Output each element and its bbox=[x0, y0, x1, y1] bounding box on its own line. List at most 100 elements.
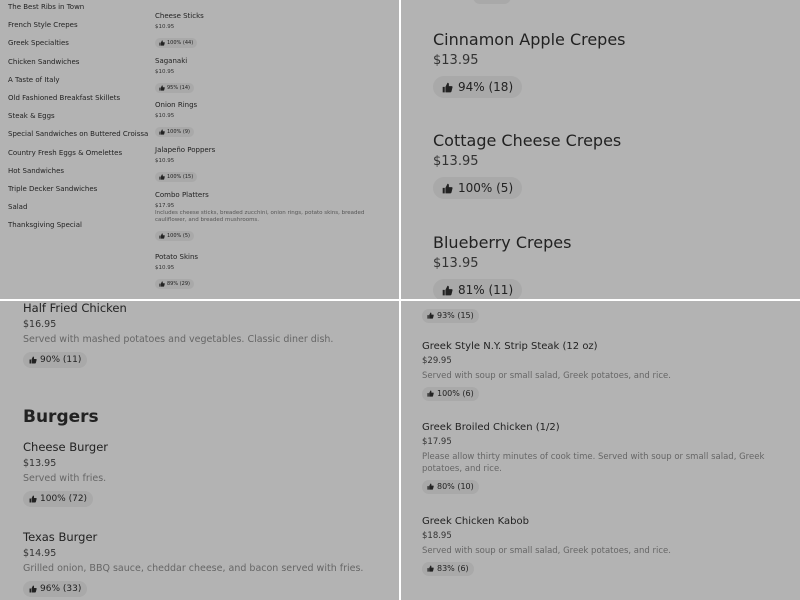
rating-text: 94% (18) bbox=[458, 80, 514, 94]
rating-badge-cutoff bbox=[473, 0, 511, 4]
item-name: Greek Chicken Kabob bbox=[422, 516, 529, 527]
item-price: $10.95 bbox=[155, 69, 175, 75]
item-price: $10.95 bbox=[155, 158, 175, 164]
thumbs-up-icon bbox=[442, 82, 458, 93]
item-description: Please allow thirty minutes of cook time… bbox=[422, 452, 765, 474]
menu-item[interactable]: Half Fried Chicken $16.95 Served with ma… bbox=[23, 301, 383, 368]
menu-item[interactable]: Potato Skins $10.95 89% (29) bbox=[155, 253, 395, 291]
item-name: Cinnamon Apple Crepes bbox=[433, 30, 626, 49]
menu-item[interactable]: Saganaki $10.95 95% (14) bbox=[155, 57, 395, 95]
rating-text: 89% (29) bbox=[167, 281, 190, 287]
thumbs-up-icon bbox=[29, 495, 40, 503]
thumbs-up-icon bbox=[159, 233, 167, 239]
category-link[interactable]: Old Fashioned Breakfast Skillets bbox=[8, 94, 148, 112]
item-price: $18.95 bbox=[422, 531, 452, 541]
rating-text: 100% (15) bbox=[167, 174, 194, 180]
thumbs-up-icon bbox=[427, 483, 437, 490]
menu-panel-bottom-right: 93% (15) Greek Style N.Y. Strip Steak (1… bbox=[401, 301, 800, 600]
rating-badge: 83% (6) bbox=[422, 561, 474, 576]
thumbs-up-icon bbox=[159, 281, 167, 287]
thumbs-up-icon bbox=[442, 183, 458, 194]
item-description: Includes cheese sticks, breaded zucchini… bbox=[155, 210, 365, 223]
category-link[interactable]: Thanksgiving Special bbox=[8, 221, 148, 239]
item-price: $10.95 bbox=[155, 24, 175, 30]
menu-panel-top-right: Cinnamon Apple Crepes $13.95 94% (18) Co… bbox=[401, 0, 800, 299]
category-link[interactable]: Chicken Sandwiches bbox=[8, 58, 148, 76]
item-price: $10.95 bbox=[155, 265, 175, 271]
thumbs-up-icon bbox=[159, 40, 167, 46]
rating-text: 100% (44) bbox=[167, 40, 194, 46]
menu-item[interactable]: Onion Rings $10.95 100% (9) bbox=[155, 101, 395, 139]
rating-badge: 90% (11) bbox=[23, 352, 88, 368]
menu-item[interactable]: Combo Platters $17.95 Includes cheese st… bbox=[155, 191, 395, 243]
rating-badge-row: 93% (15) bbox=[422, 304, 792, 323]
item-name: Blueberry Crepes bbox=[433, 233, 572, 252]
category-link[interactable]: French Style Crepes bbox=[8, 21, 148, 39]
item-name: Potato Skins bbox=[155, 253, 199, 261]
category-link[interactable]: Special Sandwiches on Buttered Croissa bbox=[8, 130, 148, 148]
rating-text: 100% (9) bbox=[167, 129, 190, 135]
menu-item[interactable]: Greek Chicken Kabob $18.95 Served with s… bbox=[422, 515, 792, 576]
item-price: $13.95 bbox=[433, 256, 479, 271]
rating-badge: 100% (9) bbox=[155, 127, 194, 137]
menu-item[interactable]: Blueberry Crepes $13.95 81% (11) bbox=[433, 233, 571, 299]
item-name: Cottage Cheese Crepes bbox=[433, 131, 622, 150]
category-link[interactable]: A Taste of Italy bbox=[8, 76, 148, 94]
item-price: $16.95 bbox=[23, 319, 57, 330]
item-price: $10.95 bbox=[155, 113, 175, 119]
item-price: $13.95 bbox=[433, 154, 479, 169]
item-description: Served with fries. bbox=[23, 473, 107, 484]
category-link[interactable]: Salad bbox=[8, 203, 148, 221]
rating-text: 83% (6) bbox=[437, 564, 469, 573]
thumbs-up-icon bbox=[159, 129, 167, 135]
menu-item[interactable]: Cheese Burger $13.95 Served with fries. … bbox=[23, 440, 383, 507]
item-name: Greek Broiled Chicken (1/2) bbox=[422, 422, 560, 433]
item-name: Combo Platters bbox=[155, 191, 209, 199]
rating-text: 93% (15) bbox=[437, 311, 474, 320]
item-price: $17.95 bbox=[422, 437, 452, 447]
category-link[interactable]: Triple Decker Sandwiches bbox=[8, 185, 148, 203]
menu-item[interactable]: Cinnamon Apple Crepes $13.95 94% (18) bbox=[433, 30, 626, 98]
item-name: Onion Rings bbox=[155, 101, 198, 109]
category-link[interactable]: Steak & Eggs bbox=[8, 112, 148, 130]
item-price: $13.95 bbox=[433, 53, 479, 68]
category-link[interactable]: Country Fresh Eggs & Omelettes bbox=[8, 149, 148, 167]
thumbs-up-icon bbox=[427, 565, 437, 572]
category-nav: The Best Ribs in Town French Style Crepe… bbox=[8, 3, 148, 239]
rating-badge: 80% (10) bbox=[422, 479, 479, 494]
menu-item[interactable]: Greek Broiled Chicken (1/2) $17.95 Pleas… bbox=[422, 421, 792, 494]
item-name: Saganaki bbox=[155, 57, 188, 65]
rating-text: 100% (6) bbox=[437, 389, 474, 398]
rating-badge: 100% (15) bbox=[155, 172, 198, 182]
rating-badge: 100% (72) bbox=[23, 491, 94, 507]
category-link[interactable]: The Best Ribs in Town bbox=[8, 3, 148, 21]
rating-text: 80% (10) bbox=[437, 482, 474, 491]
rating-badge: 81% (11) bbox=[433, 279, 523, 299]
rating-badge: 100% (5) bbox=[433, 177, 523, 199]
category-link[interactable]: Hot Sandwiches bbox=[8, 167, 148, 185]
thumbs-up-icon bbox=[427, 312, 437, 319]
thumbs-up-icon bbox=[159, 174, 167, 180]
menu-item[interactable]: Cheese Sticks $10.95 100% (44) bbox=[155, 12, 395, 50]
thumbs-up-icon bbox=[427, 390, 437, 397]
item-name: Cheese Sticks bbox=[155, 12, 204, 20]
rating-text: 100% (5) bbox=[458, 181, 514, 195]
menu-item[interactable]: Cottage Cheese Crepes $13.95 100% (5) bbox=[433, 131, 621, 199]
menu-item[interactable]: Greek Style N.Y. Strip Steak (12 oz) $29… bbox=[422, 340, 792, 401]
rating-badge: 100% (44) bbox=[155, 38, 198, 48]
category-link[interactable]: Greek Specialties bbox=[8, 39, 148, 57]
menu-item[interactable]: Jalapeño Poppers $10.95 100% (15) bbox=[155, 146, 395, 184]
item-name: Texas Burger bbox=[23, 530, 98, 544]
item-name: Cheese Burger bbox=[23, 440, 108, 454]
item-description: Served with mashed potatoes and vegetabl… bbox=[23, 334, 334, 345]
thumbs-up-icon bbox=[442, 285, 458, 296]
rating-text: 81% (11) bbox=[458, 283, 514, 297]
rating-text: 96% (33) bbox=[40, 584, 82, 594]
section-heading: Burgers bbox=[23, 407, 99, 427]
item-name: Greek Style N.Y. Strip Steak (12 oz) bbox=[422, 341, 598, 352]
item-name: Half Fried Chicken bbox=[23, 301, 127, 315]
rating-badge: 93% (15) bbox=[422, 308, 479, 323]
menu-item[interactable]: Texas Burger $14.95 Grilled onion, BBQ s… bbox=[23, 530, 383, 597]
rating-badge: 95% (14) bbox=[155, 83, 194, 93]
item-name: Jalapeño Poppers bbox=[155, 146, 216, 154]
